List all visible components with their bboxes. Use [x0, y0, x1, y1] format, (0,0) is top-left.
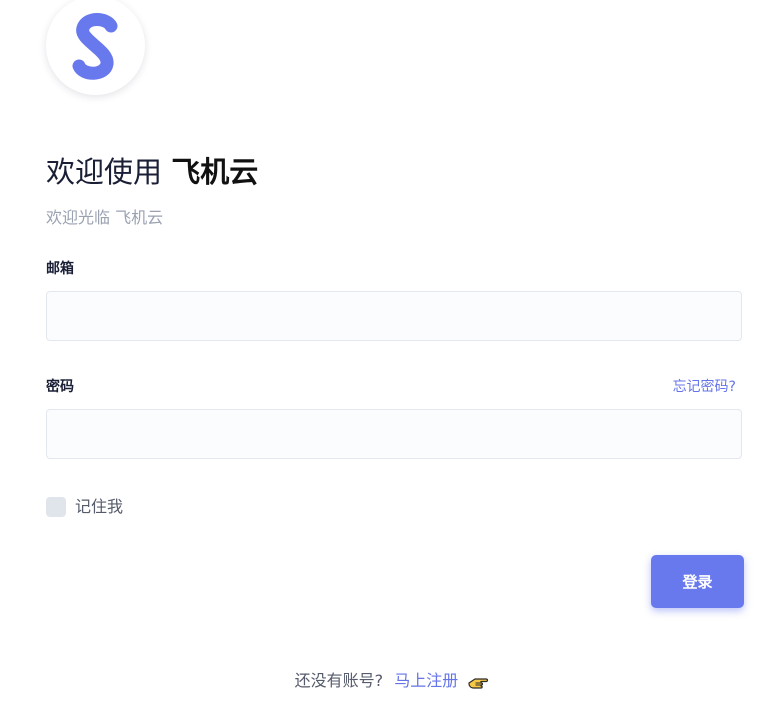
pointing-hand-icon	[468, 677, 489, 689]
login-button[interactable]: 登录	[651, 555, 744, 608]
title-prefix: 欢迎使用	[46, 155, 163, 189]
email-label: 邮箱	[46, 261, 74, 277]
signup-prompt: 还没有账号?	[294, 671, 384, 690]
password-label: 密码	[46, 379, 74, 395]
logo-s-icon	[72, 12, 117, 80]
page-subtitle: 欢迎光临 飞机云	[46, 208, 164, 227]
page-title: 欢迎使用 飞机云	[46, 152, 258, 192]
email-field[interactable]	[46, 291, 742, 341]
login-page: 欢迎使用 飞机云 欢迎光临 飞机云 邮箱 密码 忘记密码? 记住我 登录 还没有…	[0, 0, 784, 703]
title-brand: 飞机云	[171, 155, 259, 189]
signup-link[interactable]: 马上注册	[394, 671, 458, 690]
remember-label: 记住我	[75, 497, 124, 516]
forgot-password-link[interactable]: 忘记密码?	[673, 377, 736, 397]
password-field[interactable]	[46, 409, 742, 459]
signup-row: 还没有账号? 马上注册	[0, 669, 784, 693]
remember-me[interactable]: 记住我	[46, 496, 123, 518]
remember-checkbox[interactable]	[46, 497, 66, 517]
brand-logo	[46, 0, 145, 95]
